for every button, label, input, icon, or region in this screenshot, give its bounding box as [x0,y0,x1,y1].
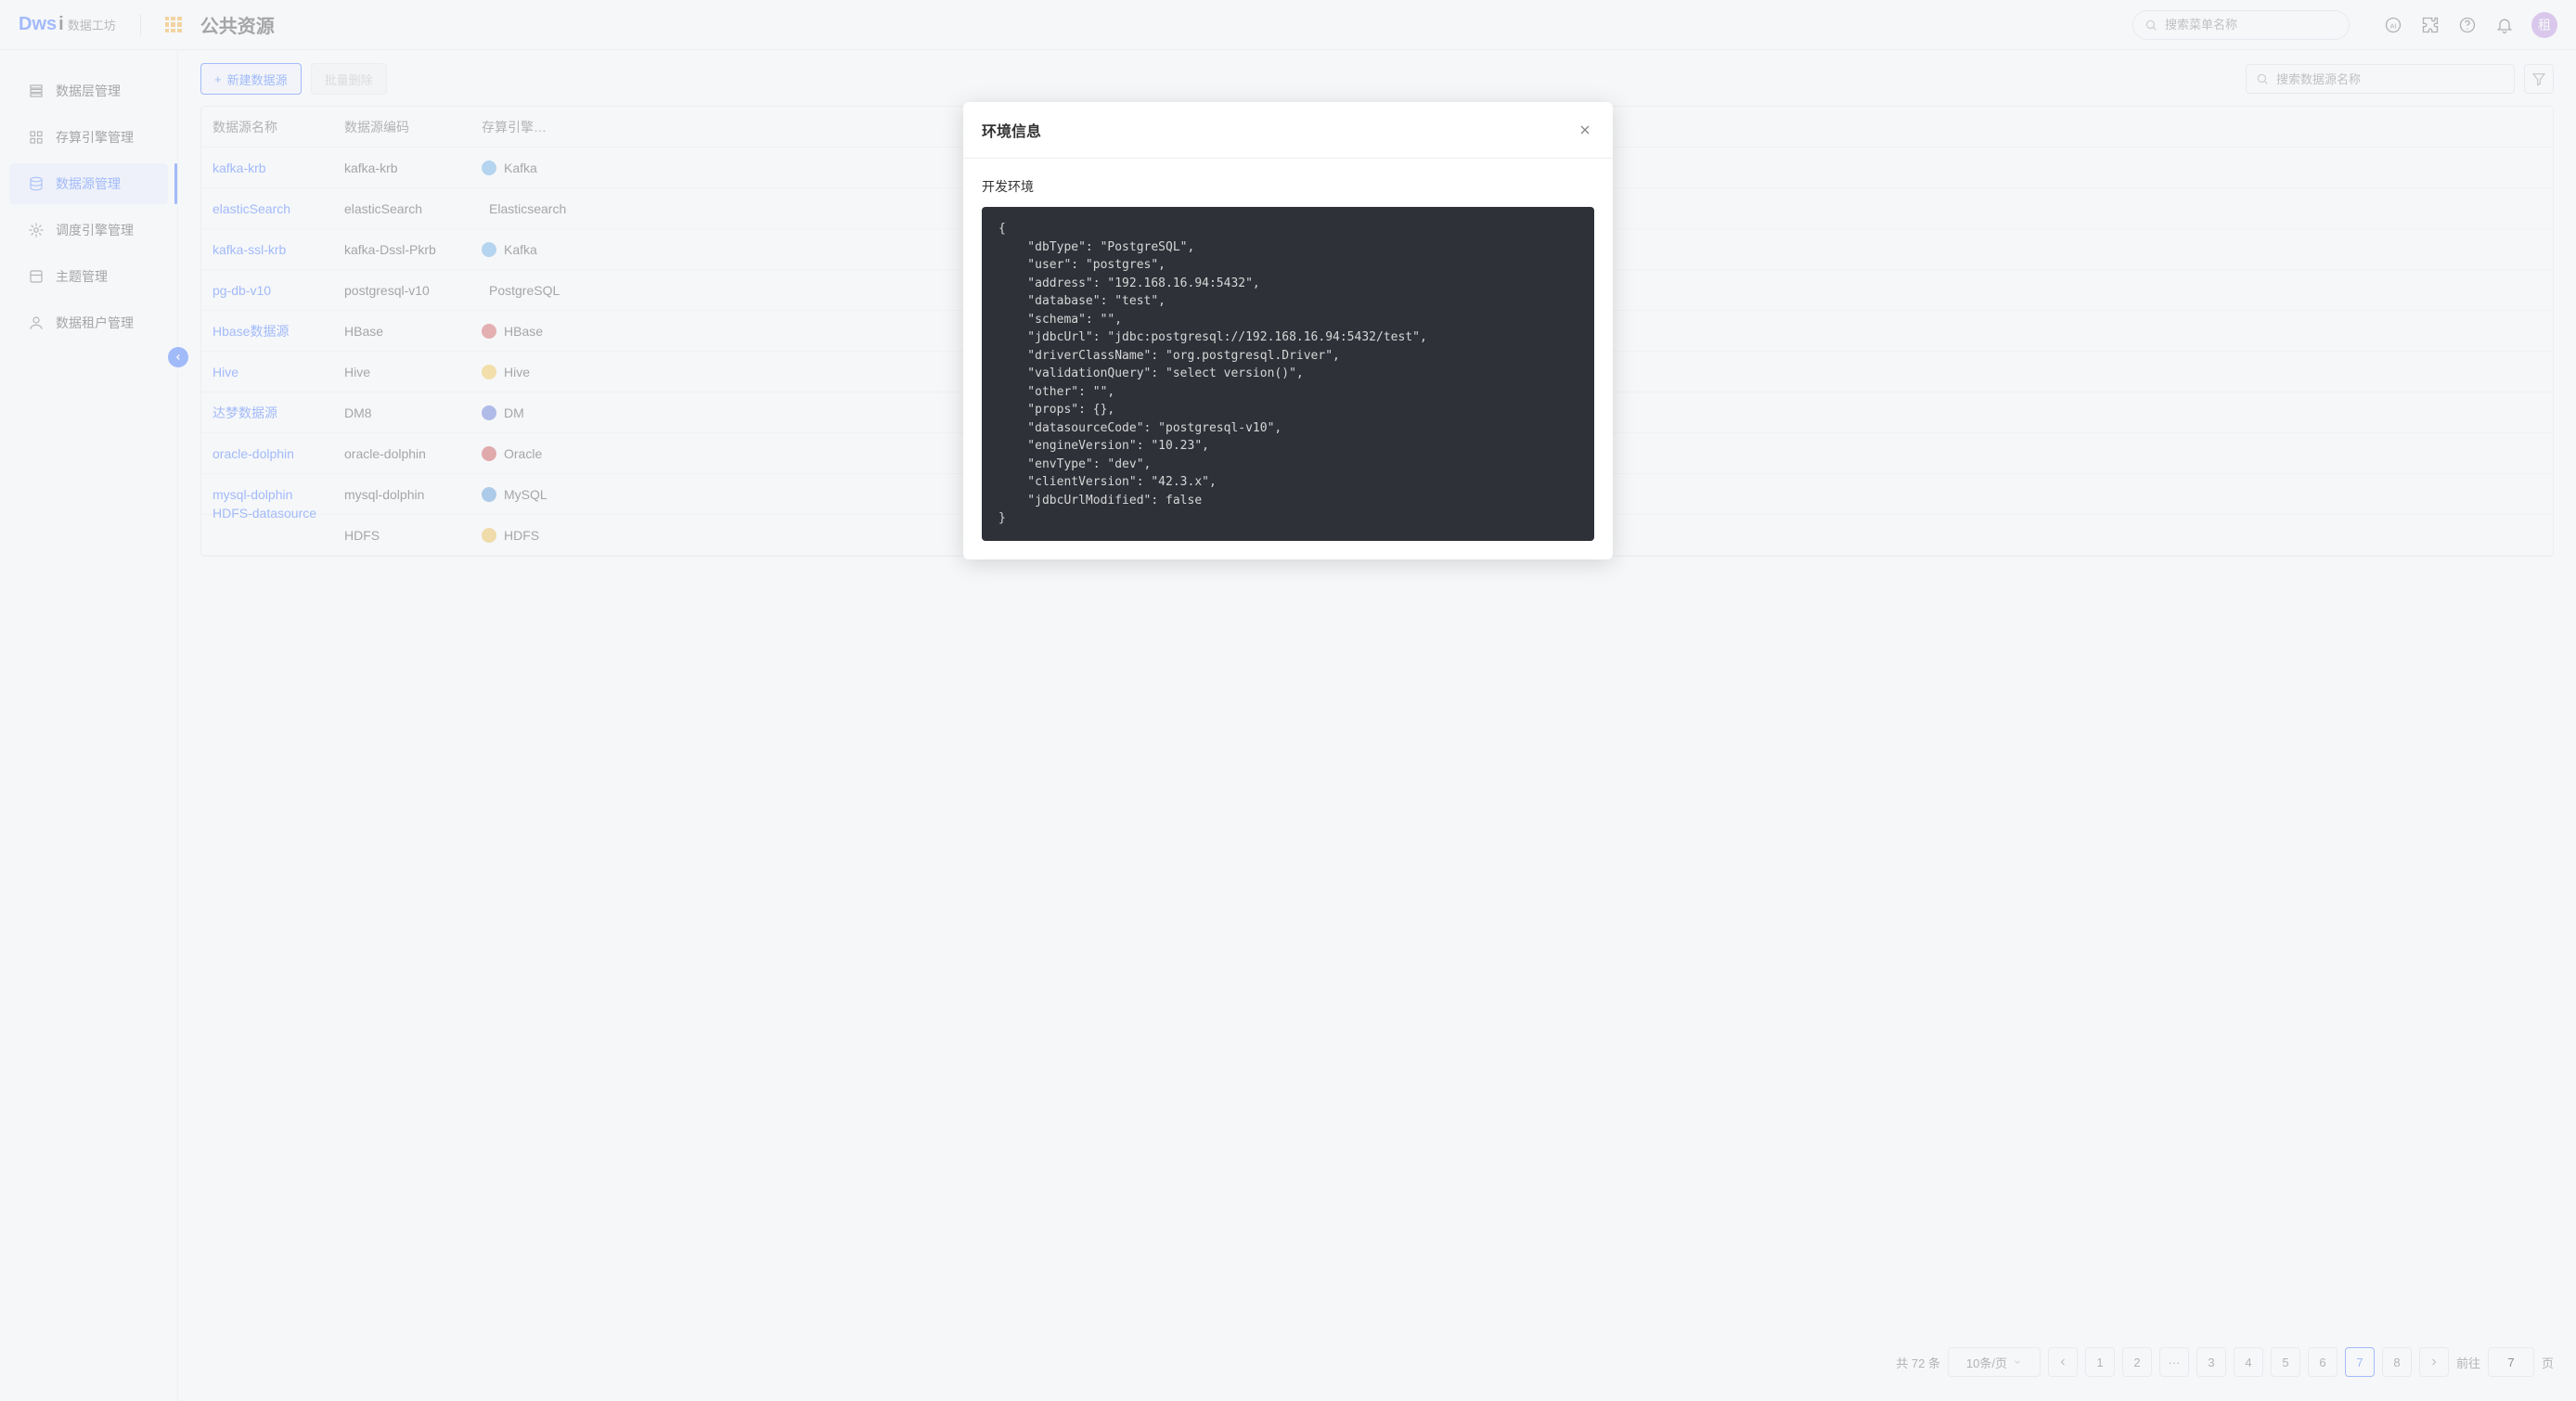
modal-header: 环境信息 [963,102,1613,159]
env-code-block: { "dbType": "PostgreSQL", "user": "postg… [982,207,1594,541]
modal-close-button[interactable] [1576,121,1594,139]
modal-body: 开发环境 { "dbType": "PostgreSQL", "user": "… [963,159,1613,559]
modal-title: 环境信息 [982,119,1041,141]
env-label: 开发环境 [982,177,1594,196]
env-info-modal: 环境信息 开发环境 { "dbType": "PostgreSQL", "use… [963,102,1613,559]
